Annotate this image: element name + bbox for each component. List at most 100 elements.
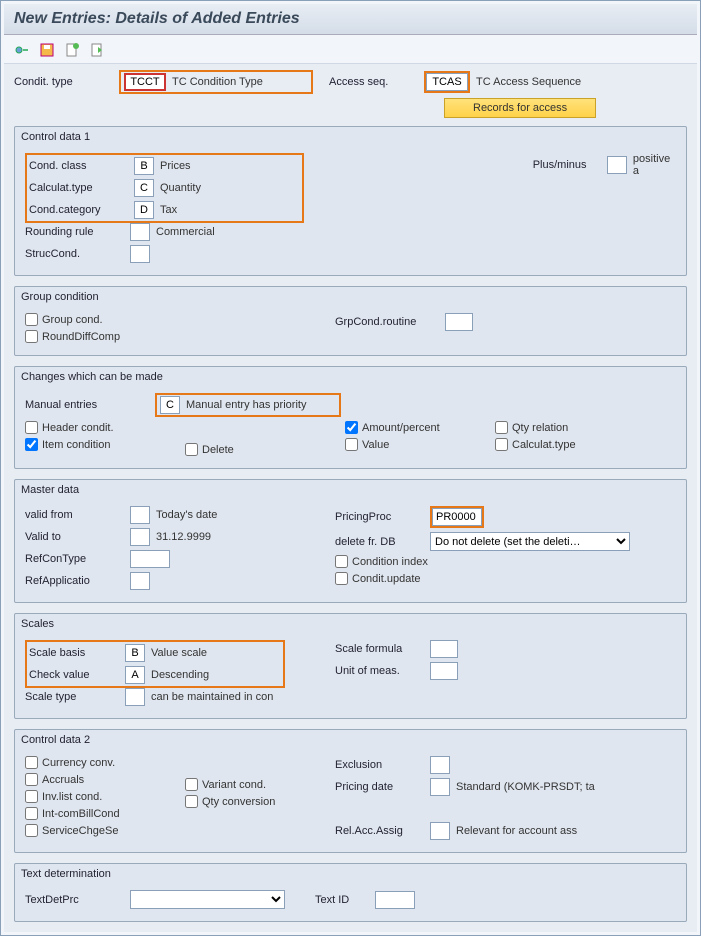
- cond-cat-desc: Tax: [160, 204, 300, 216]
- textid-label: Text ID: [315, 894, 375, 906]
- delete-checkbox[interactable]: [185, 443, 198, 456]
- textdetprc-select[interactable]: [130, 890, 285, 909]
- header-condit-label: Header condit.: [42, 422, 114, 434]
- text-determination-legend: Text determination: [21, 868, 111, 880]
- uom-input[interactable]: [430, 662, 458, 680]
- access-seq-input[interactable]: [426, 73, 468, 91]
- pricing-date-input[interactable]: [430, 778, 450, 796]
- cond-class-input[interactable]: [134, 157, 154, 175]
- inv-list-checkbox[interactable]: [25, 790, 38, 803]
- accruals-checkbox[interactable]: [25, 773, 38, 786]
- value-checkbox[interactable]: [345, 438, 358, 451]
- calc-type-input[interactable]: [134, 179, 154, 197]
- item-condition-label: Item condition: [42, 439, 110, 451]
- scale-basis-desc: Value scale: [151, 647, 281, 659]
- rounding-label: Rounding rule: [25, 226, 130, 238]
- records-for-access-button[interactable]: Records for access: [444, 98, 596, 118]
- valid-from-label: valid from: [25, 509, 130, 521]
- refcontype-input[interactable]: [130, 550, 170, 568]
- exclusion-label: Exclusion: [335, 759, 430, 771]
- qty-rel-label: Qty relation: [512, 422, 568, 434]
- text-determination-group: Text determination TextDetPrc Text ID: [14, 863, 687, 922]
- valid-from-desc: Today's date: [156, 509, 217, 521]
- manual-input[interactable]: [160, 396, 180, 414]
- changes-legend: Changes which can be made: [21, 371, 163, 383]
- calc-type-desc: Quantity: [160, 182, 300, 194]
- qty-rel-checkbox[interactable]: [495, 421, 508, 434]
- grp-routine-label: GrpCond.routine: [335, 316, 445, 328]
- condit-type-desc: TC Condition Type: [172, 76, 308, 88]
- scale-basis-input[interactable]: [125, 644, 145, 662]
- item-condition-checkbox[interactable]: [25, 438, 38, 451]
- group-condition-legend: Group condition: [21, 291, 99, 303]
- uom-label: Unit of meas.: [335, 665, 430, 677]
- new-doc-icon[interactable]: [64, 41, 80, 57]
- struc-label: StrucCond.: [25, 248, 130, 260]
- exclusion-input[interactable]: [430, 756, 450, 774]
- scale-type-desc: can be maintained in con: [151, 691, 273, 703]
- service-checkbox[interactable]: [25, 824, 38, 837]
- scale-type-label: Scale type: [25, 691, 125, 703]
- cond-cat-input[interactable]: [134, 201, 154, 219]
- group-cond-checkbox[interactable]: [25, 313, 38, 326]
- access-seq-desc: TC Access Sequence: [476, 76, 581, 88]
- rounding-desc: Commercial: [156, 226, 215, 238]
- pricing-proc-label: PricingProc: [335, 511, 430, 523]
- control-data-2-group: Control data 2 Currency conv. Accruals I…: [14, 729, 687, 853]
- cond-index-checkbox[interactable]: [335, 555, 348, 568]
- condit-type-input[interactable]: [124, 73, 166, 91]
- control1-highlight: Cond. class Prices Calculat.type Quantit…: [25, 153, 304, 223]
- pricing-proc-highlight: [430, 506, 484, 528]
- textid-input[interactable]: [375, 891, 415, 909]
- delete-db-select[interactable]: Do not delete (set the deleti…: [430, 532, 630, 551]
- scales-highlight: Scale basisValue scale Check valueDescen…: [25, 640, 285, 688]
- control-data-1-legend: Control data 1: [21, 131, 90, 143]
- cond-class-desc: Prices: [160, 160, 300, 172]
- toggle-icon[interactable]: [14, 41, 30, 57]
- textdetprc-label: TextDetPrc: [25, 894, 130, 906]
- scale-formula-label: Scale formula: [335, 643, 430, 655]
- plusminus-desc: positive a: [633, 153, 676, 177]
- pricing-proc-input[interactable]: [432, 508, 482, 526]
- cond-update-checkbox[interactable]: [335, 572, 348, 585]
- master-data-group: Master data valid fromToday's date Valid…: [14, 479, 687, 603]
- delete-label: Delete: [202, 444, 234, 456]
- round-diff-checkbox[interactable]: [25, 330, 38, 343]
- refapp-input[interactable]: [130, 572, 150, 590]
- int-com-checkbox[interactable]: [25, 807, 38, 820]
- records-row: Records for access: [14, 98, 687, 118]
- variant-cond-label: Variant cond.: [202, 779, 266, 791]
- scale-type-input[interactable]: [125, 688, 145, 706]
- access-seq-highlight: [424, 71, 470, 93]
- struc-input[interactable]: [130, 245, 150, 263]
- currency-conv-checkbox[interactable]: [25, 756, 38, 769]
- plusminus-label: Plus/minus: [533, 159, 607, 171]
- rounding-input[interactable]: [130, 223, 150, 241]
- group-condition-group: Group condition Group cond. RoundDiffCom…: [14, 286, 687, 356]
- inv-list-label: Inv.list cond.: [42, 791, 102, 803]
- rel-acc-input[interactable]: [430, 822, 450, 840]
- manual-label: Manual entries: [25, 399, 155, 411]
- qty-conv-checkbox[interactable]: [185, 795, 198, 808]
- amount-pct-checkbox[interactable]: [345, 421, 358, 434]
- scale-formula-input[interactable]: [430, 640, 458, 658]
- manual-desc: Manual entry has priority: [186, 399, 336, 411]
- check-value-input[interactable]: [125, 666, 145, 684]
- control-data-2-legend: Control data 2: [21, 734, 90, 746]
- accruals-label: Accruals: [42, 774, 84, 786]
- variant-cond-checkbox[interactable]: [185, 778, 198, 791]
- condit-type-label: Condit. type: [14, 76, 119, 88]
- plusminus-input[interactable]: [607, 156, 627, 174]
- valid-from-input[interactable]: [130, 506, 150, 524]
- header-condit-checkbox[interactable]: [25, 421, 38, 434]
- refcontype-label: RefConType: [25, 553, 130, 565]
- valid-to-input[interactable]: [130, 528, 150, 546]
- currency-conv-label: Currency conv.: [42, 757, 115, 769]
- delete-db-label: delete fr. DB: [335, 536, 430, 548]
- pricing-date-desc: Standard (KOMK-PRSDT; ta: [456, 781, 595, 793]
- grp-routine-input[interactable]: [445, 313, 473, 331]
- valid-to-label: Valid to: [25, 531, 130, 543]
- next-doc-icon[interactable]: [89, 41, 105, 57]
- calc-type-checkbox[interactable]: [495, 438, 508, 451]
- save-icon[interactable]: [39, 41, 55, 57]
